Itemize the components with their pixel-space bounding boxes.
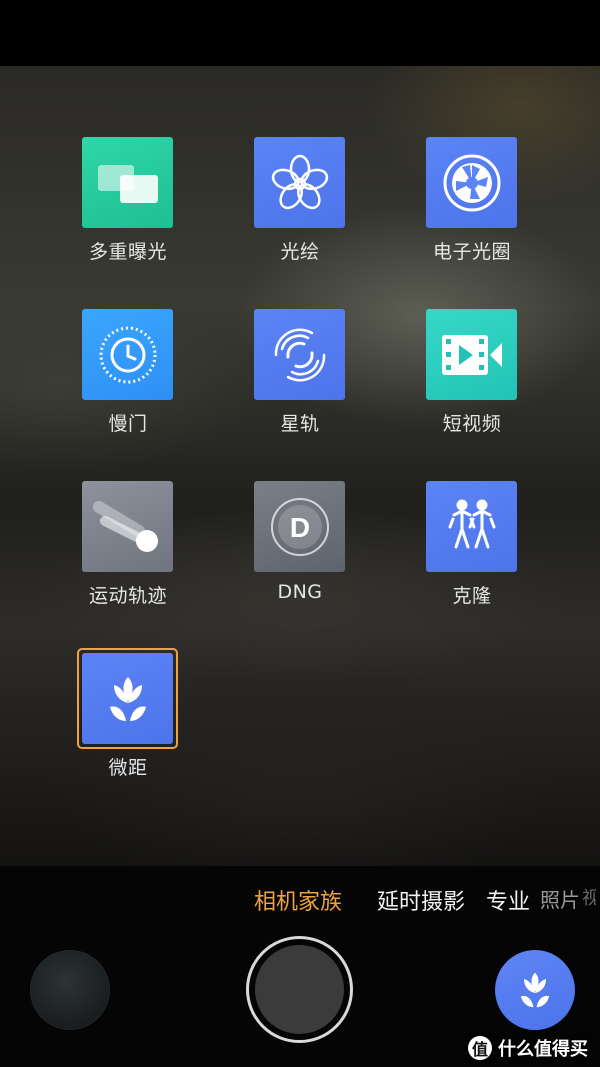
mode-label: 电子光圈 [432,241,511,263]
shutter-button[interactable] [246,936,353,1043]
mode-star-trail[interactable]: 星轨 [225,304,375,454]
mode-clone[interactable]: 克隆 [397,476,547,626]
mode-label: 星轨 [280,413,320,435]
tab-pro[interactable]: 专业 [486,884,530,916]
mode-label: DNG [277,581,323,603]
mode-macro[interactable]: 微距 [53,648,203,798]
star-trail-icon [254,309,345,400]
mode-motion-trail[interactable]: 运动轨迹 [53,476,203,626]
mode-tabs: 相机家族 延时摄影 专业 照片 视频 [0,880,600,920]
mode-light-painting[interactable]: 光绘 [225,132,375,282]
mode-label: 微距 [108,757,148,779]
mode-electronic-aperture[interactable]: 电子光圈 [397,132,547,282]
mode-short-video[interactable]: 短视频 [397,304,547,454]
dng-icon: D [254,481,345,572]
multiple-exposure-icon [82,137,173,228]
macro-mode-button[interactable] [495,950,575,1030]
camera-bottom-bar: 相机家族 延时摄影 专业 照片 视频 值 什么值得买 [0,866,600,1067]
aperture-icon [426,137,517,228]
mode-dng[interactable]: D DNG [225,476,375,626]
watermark: 值 什么值得买 [464,1033,592,1063]
watermark-text: 什么值得买 [498,1039,588,1060]
svg-text:D: D [289,512,309,543]
mode-label: 多重曝光 [88,241,167,263]
mode-multiple-exposure[interactable]: 多重曝光 [53,132,203,282]
camera-screen: 多重曝光 光绘 电子光圈 慢门 星轨 短视频 运动轨迹 D DNG 克隆 微距 … [0,0,600,1067]
tab-camera-family[interactable]: 相机家族 [254,884,342,916]
mode-slow-shutter[interactable]: 慢门 [53,304,203,454]
watermark-badge: 值 [468,1036,492,1060]
mode-label: 短视频 [442,413,502,435]
slow-shutter-icon [82,309,173,400]
tab-video[interactable]: 视频 [582,884,596,910]
gallery-thumbnail[interactable] [30,950,110,1030]
macro-icon [520,972,550,1008]
macro-icon [82,653,173,744]
tab-timelapse[interactable]: 延时摄影 [377,884,465,916]
mode-label: 运动轨迹 [88,585,167,607]
camera-family-grid: 多重曝光 光绘 电子光圈 慢门 星轨 短视频 运动轨迹 D DNG 克隆 微距 [0,66,600,866]
mode-label: 克隆 [452,585,492,607]
short-video-icon [426,309,517,400]
motion-trail-icon [82,481,173,572]
clone-icon [426,481,517,572]
mode-label: 光绘 [280,241,320,263]
tab-photo[interactable]: 照片 [540,884,580,913]
light-painting-icon [254,137,345,228]
shutter-inner [255,945,344,1034]
mode-label: 慢门 [108,413,148,435]
